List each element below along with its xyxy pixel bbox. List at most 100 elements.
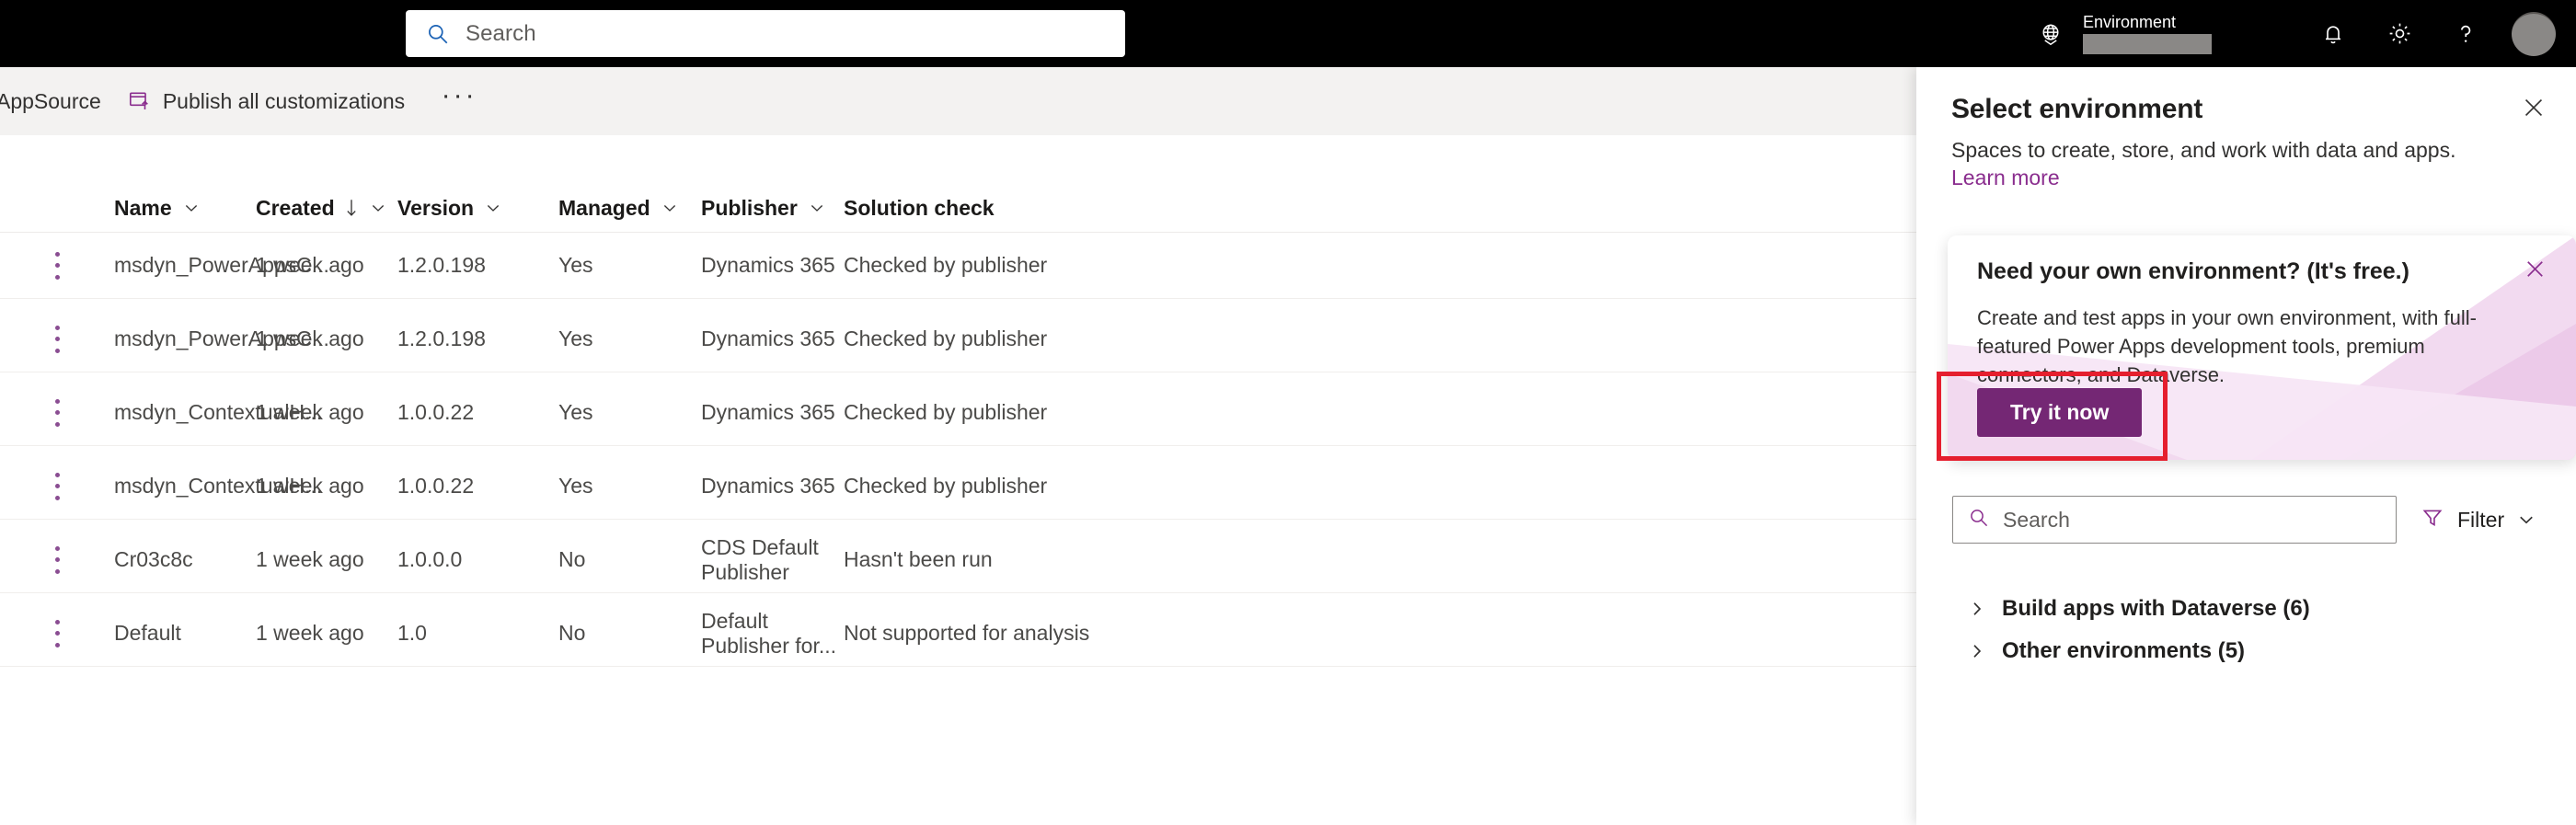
column-header-publisher[interactable]: Publisher bbox=[701, 196, 844, 221]
kebab-menu-icon bbox=[54, 619, 60, 647]
search-icon bbox=[426, 22, 450, 46]
column-header-created[interactable]: Created bbox=[256, 196, 397, 221]
cell-name: msdyn_ContextualH... bbox=[114, 400, 323, 424]
column-header-solution-check-label: Solution check bbox=[844, 195, 995, 220]
help-button[interactable] bbox=[2432, 0, 2499, 67]
publish-icon bbox=[127, 89, 151, 113]
row-menu-button[interactable] bbox=[0, 472, 114, 500]
cell-name: msdyn_ContextualH... bbox=[114, 474, 323, 498]
cell-publisher: Dynamics 365 bbox=[701, 253, 835, 277]
globe-icon bbox=[2037, 20, 2064, 48]
cell-created: 1 week ago bbox=[256, 327, 364, 350]
global-search-input[interactable]: Search bbox=[406, 10, 1125, 57]
kebab-menu-icon bbox=[54, 398, 60, 427]
chevron-down-icon bbox=[661, 200, 678, 216]
notifications-button[interactable] bbox=[2300, 0, 2366, 67]
column-header-created-label: Created bbox=[256, 195, 335, 220]
app-root: Search Environment AppSource Publish all… bbox=[0, 0, 2576, 825]
environment-group-label: Other environments (5) bbox=[2002, 638, 2246, 663]
row-menu-button[interactable] bbox=[0, 325, 114, 353]
column-header-solution-check[interactable]: Solution check bbox=[844, 196, 1120, 221]
column-header-publisher-label: Publisher bbox=[701, 195, 798, 220]
callout-body: Need your own environment? (It's free.) … bbox=[1948, 235, 2576, 389]
cell-publisher: Dynamics 365 bbox=[701, 327, 835, 350]
cell-solution-check: Checked by publisher bbox=[844, 474, 1048, 498]
column-header-name-label: Name bbox=[114, 195, 172, 220]
learn-more-link[interactable]: Learn more bbox=[1951, 166, 2060, 189]
cell-managed: Yes bbox=[558, 253, 593, 277]
table-row[interactable]: msdyn_PowerAppsC... 1 week ago 1.2.0.198… bbox=[0, 306, 1923, 372]
cell-solution-check: Checked by publisher bbox=[844, 327, 1048, 350]
top-navigation-bar: Search Environment bbox=[0, 0, 2576, 67]
top-bar-right-cluster: Environment bbox=[2037, 0, 2576, 67]
column-header-name[interactable]: Name bbox=[114, 196, 256, 221]
cell-publisher: Default Publisher for... bbox=[701, 608, 837, 658]
cell-solution-check: Not supported for analysis bbox=[844, 621, 1090, 645]
filter-label: Filter bbox=[2457, 507, 2505, 532]
table-row[interactable]: msdyn_PowerAppsC... 1 week ago 1.2.0.198… bbox=[0, 233, 1923, 299]
environment-selector[interactable]: Environment bbox=[2037, 0, 2212, 67]
callout-close-button[interactable] bbox=[2517, 254, 2552, 289]
try-it-now-button[interactable]: Try it now bbox=[1977, 388, 2143, 437]
environment-label: Environment bbox=[2083, 13, 2177, 31]
row-menu-button[interactable] bbox=[0, 619, 114, 647]
environment-group-build-apps-with-dataverse[interactable]: Build apps with Dataverse (6) bbox=[1952, 587, 2559, 631]
cell-created: 1 week ago bbox=[256, 621, 364, 645]
chevron-down-icon bbox=[2517, 510, 2536, 529]
command-overflow-button[interactable]: ··· bbox=[434, 67, 484, 135]
environment-name-redacted bbox=[2083, 34, 2212, 54]
row-menu-button[interactable] bbox=[0, 251, 114, 280]
table-row[interactable]: Cr03c8c 1 week ago 1.0.0.0 No CDS Defaul… bbox=[0, 527, 1923, 593]
cell-created: 1 week ago bbox=[256, 474, 364, 498]
panel-close-button[interactable] bbox=[2515, 91, 2552, 128]
chevron-right-icon bbox=[1952, 600, 2002, 618]
row-menu-button[interactable] bbox=[0, 398, 114, 427]
panel-search-input[interactable]: Search bbox=[1952, 496, 2397, 544]
cell-created: 1 week ago bbox=[256, 547, 364, 571]
table-row[interactable]: msdyn_ContextualH... 1 week ago 1.0.0.22… bbox=[0, 453, 1923, 520]
cell-version: 1.0.0.0 bbox=[397, 547, 463, 571]
cell-managed: Yes bbox=[558, 400, 593, 424]
close-icon bbox=[2524, 258, 2547, 285]
settings-button[interactable] bbox=[2366, 0, 2432, 67]
column-header-version-label: Version bbox=[397, 195, 475, 220]
question-mark-icon bbox=[2452, 20, 2479, 48]
cell-version: 1.0 bbox=[397, 621, 427, 645]
kebab-menu-icon bbox=[54, 545, 60, 574]
column-header-managed[interactable]: Managed bbox=[558, 196, 701, 221]
chevron-down-icon bbox=[183, 200, 200, 216]
panel-search-placeholder: Search bbox=[2003, 507, 2070, 532]
kebab-menu-icon bbox=[54, 325, 60, 353]
cell-managed: No bbox=[558, 621, 586, 645]
cell-solution-check: Checked by publisher bbox=[844, 253, 1048, 277]
callout-title: Need your own environment? (It's free.) bbox=[1977, 258, 2409, 284]
panel-title: Select environment bbox=[1951, 94, 2203, 124]
panel-header: Select environment Spaces to create, sto… bbox=[1916, 67, 2576, 191]
panel-subtitle: Spaces to create, store, and work with d… bbox=[1951, 138, 2456, 162]
filter-icon bbox=[2421, 506, 2444, 534]
column-header-managed-label: Managed bbox=[558, 195, 650, 220]
row-menu-button[interactable] bbox=[0, 545, 114, 574]
environment-group-label: Build apps with Dataverse (6) bbox=[2002, 596, 2310, 621]
bell-icon bbox=[2319, 20, 2347, 48]
chevron-down-icon bbox=[370, 200, 386, 216]
gear-icon bbox=[2386, 19, 2414, 48]
environment-value-wrap: Environment bbox=[2083, 11, 2212, 57]
solutions-grid: Name Created Version Managed Publisher S… bbox=[0, 135, 1923, 825]
command-appsource-label: AppSource bbox=[0, 88, 101, 113]
filter-button[interactable]: Filter bbox=[2421, 506, 2536, 534]
cell-created: 1 week ago bbox=[256, 253, 364, 277]
environment-group-other-environments[interactable]: Other environments (5) bbox=[1952, 629, 2559, 673]
command-appsource[interactable]: AppSource bbox=[0, 67, 114, 135]
table-row[interactable]: msdyn_ContextualH... 1 week ago 1.0.0.22… bbox=[0, 380, 1923, 446]
cell-managed: No bbox=[558, 547, 586, 571]
command-publish-all-customizations[interactable]: Publish all customizations bbox=[114, 67, 418, 135]
close-icon bbox=[2522, 96, 2546, 124]
table-row[interactable]: Default 1 week ago 1.0 No Default Publis… bbox=[0, 601, 1923, 667]
cell-managed: Yes bbox=[558, 474, 593, 498]
user-avatar[interactable] bbox=[2512, 11, 2556, 56]
cell-name: msdyn_PowerAppsC... bbox=[114, 253, 329, 277]
column-header-version[interactable]: Version bbox=[397, 196, 558, 221]
chevron-down-icon bbox=[485, 200, 501, 216]
kebab-menu-icon bbox=[54, 251, 60, 280]
